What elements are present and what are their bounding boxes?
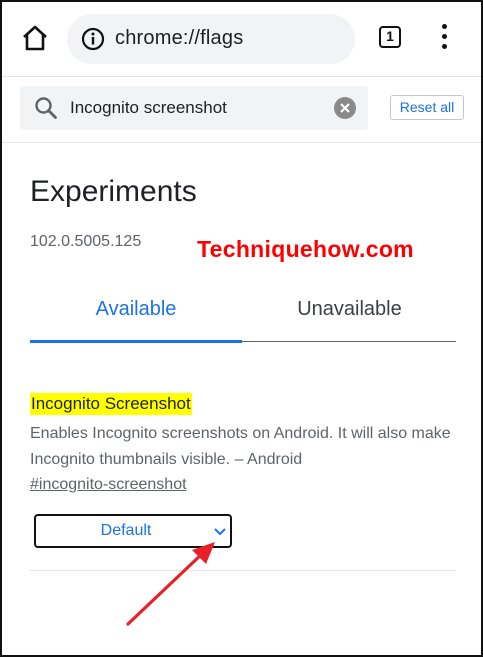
url-text: chrome://flags (115, 27, 244, 49)
more-vert-icon[interactable] (434, 24, 454, 52)
row-divider (30, 570, 456, 571)
watermark-text: Techniquehow.com (197, 236, 414, 262)
search-icon (34, 96, 58, 120)
tab-selected-indicator (30, 340, 242, 343)
flag-description: Enables Incognito screenshots on Android… (30, 425, 451, 468)
flag-title: Incognito Screenshot (30, 393, 192, 415)
tab-available[interactable]: Available (30, 298, 242, 321)
divider (2, 142, 481, 143)
address-bar[interactable]: chrome://flags (67, 14, 355, 64)
browser-toolbar: chrome://flags 1 (2, 2, 481, 77)
tab-unavailable[interactable]: Unavailable (243, 298, 456, 321)
page-title: Experiments (30, 175, 197, 208)
search-input[interactable]: Incognito screenshot (20, 86, 368, 130)
tab-switcher-icon[interactable]: 1 (379, 26, 401, 48)
info-icon[interactable] (81, 27, 105, 51)
search-value: Incognito screenshot (70, 98, 227, 117)
clear-search-icon[interactable] (334, 97, 356, 119)
home-icon[interactable] (20, 23, 50, 53)
flag-link[interactable]: #incognito-screenshot (30, 476, 187, 494)
reset-all-button[interactable]: Reset all (390, 95, 464, 120)
version-label: 102.0.5005.125 (30, 233, 142, 250)
annotation-arrow (112, 530, 232, 635)
